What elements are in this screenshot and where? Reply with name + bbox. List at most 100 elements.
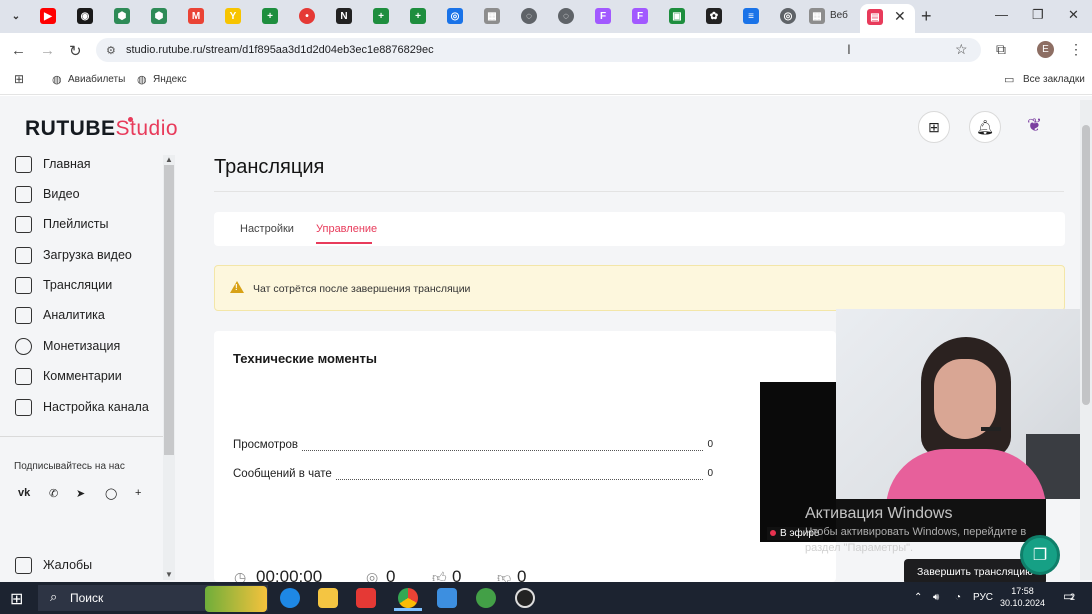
sidebar-item-video[interactable]: Видео (15, 184, 80, 204)
close-window-icon[interactable]: ✕ (1068, 7, 1079, 23)
chrome-icon[interactable] (398, 588, 418, 608)
apps-grid-icon[interactable]: ⊞ (14, 72, 24, 86)
page-scrollbar[interactable] (1080, 100, 1092, 580)
obs-icon[interactable] (515, 588, 535, 608)
tab-favicon-icon[interactable]: Y (225, 8, 241, 24)
extensions-icon[interactable]: ⧉ (996, 41, 1006, 58)
tab-favicon-icon[interactable]: ⬢ (114, 8, 130, 24)
forward-icon[interactable]: → (40, 42, 55, 59)
sidebar-item-comments[interactable]: Комментарии (15, 366, 122, 386)
sidebar-item-home[interactable]: Главная (15, 154, 91, 174)
stat-row-chat-messages: Сообщений в чате 0 (233, 468, 713, 482)
tab-favicon-icon[interactable]: ◉ (77, 8, 93, 24)
rutube-studio-logo[interactable]: RUTUBEStudio (25, 117, 178, 141)
sidebar-item-monetization[interactable]: Монетизация (15, 336, 120, 356)
more-social-icon[interactable]: + (135, 487, 141, 499)
back-icon[interactable]: ← (11, 42, 26, 59)
tech-card-title: Технические моменты (233, 351, 377, 366)
sidebar-item-label: Комментарии (43, 369, 122, 383)
youtube-tab-icon[interactable]: ▶ (40, 8, 56, 24)
image-tab-icon[interactable]: ▣ (669, 8, 685, 24)
tab-management[interactable]: Управление (316, 223, 377, 235)
tab-search-chevron-icon[interactable]: ⌄ (8, 8, 24, 24)
vk-icon[interactable]: vk (18, 487, 30, 499)
tech-card (214, 331, 836, 582)
yandex-icon[interactable] (356, 588, 376, 608)
sheets-tab-icon[interactable]: + (262, 8, 278, 24)
support-chat-button[interactable]: ❐ (1020, 535, 1060, 575)
warning-text: Чат сотрётся после завершения трансляции (253, 283, 471, 295)
tab-title[interactable]: Веб (830, 10, 848, 21)
logo-main: RUTUBE (25, 117, 116, 140)
add-content-button[interactable]: ⊞ (918, 111, 950, 143)
docs-tab-icon[interactable]: ≡ (743, 8, 759, 24)
windows-watermark-line: раздел "Параметры". (805, 542, 914, 554)
sidebar-item-label: Аналитика (43, 308, 105, 322)
bookmark-aviabilety[interactable]: Авиабилеты (68, 74, 125, 85)
tab-favicon-icon[interactable]: ◎ (780, 8, 796, 24)
tab-favicon-icon[interactable]: ✿ (706, 8, 722, 24)
video-icon (15, 185, 32, 203)
figma-tab-icon[interactable]: F (595, 8, 611, 24)
notion-tab-icon[interactable]: N (336, 8, 352, 24)
tab-favicon-icon[interactable]: ◎ (447, 8, 463, 24)
sidebar-divider (0, 436, 163, 437)
profile-avatar[interactable]: E (1037, 41, 1054, 58)
globe-tab-icon[interactable]: ◌ (521, 8, 537, 24)
taskbar-clock[interactable]: 17:58 30.10.2024 (1000, 585, 1045, 609)
stat-label: Просмотров (233, 439, 302, 451)
page-scroll-thumb[interactable] (1082, 125, 1090, 405)
file-explorer-icon[interactable] (318, 588, 338, 608)
restore-icon[interactable]: ❐ (1032, 7, 1044, 23)
globe-tab-icon[interactable]: ◌ (558, 8, 574, 24)
volume-icon[interactable]: 🔊︎ (933, 592, 939, 603)
close-tab-icon[interactable]: ✕ (894, 8, 906, 25)
site-info-icon[interactable]: ⚙ (106, 44, 116, 57)
odnoklassniki-icon[interactable]: ✆ (49, 487, 58, 500)
warning-icon (230, 281, 244, 293)
taskbar-search-label: Поиск (70, 591, 104, 605)
tab-favicon-icon[interactable]: ⬢ (151, 8, 167, 24)
notifications-button[interactable]: 🔔︎ (969, 111, 1001, 143)
bookmark-yandex[interactable]: Яндекс (153, 74, 187, 85)
chat-icon: ❐ (1032, 547, 1048, 564)
bookmark-star-icon[interactable]: ☆ (955, 41, 968, 58)
sidebar-item-playlists[interactable]: Плейлисты (15, 214, 108, 234)
wz-app-icon[interactable] (476, 588, 496, 608)
page-title: Трансляция (214, 156, 325, 178)
browser-menu-icon[interactable]: ⋮ (1069, 41, 1083, 58)
network-icon[interactable]: ◔ (955, 592, 961, 603)
active-app-indicator (394, 608, 422, 611)
reload-icon[interactable]: ↻ (69, 42, 82, 60)
flag-icon (15, 556, 32, 574)
new-tab-icon[interactable]: + (921, 6, 932, 27)
tray-chevron-icon[interactable]: ⌃ (914, 592, 922, 603)
minimize-icon[interactable]: — (995, 7, 1008, 22)
maps-tab-icon[interactable]: • (299, 8, 315, 24)
sheets-tab-icon[interactable]: + (410, 8, 426, 24)
tab-favicon-icon[interactable]: ▦ (484, 8, 500, 24)
channel-avatar[interactable]: ❦ (1027, 115, 1042, 136)
sheets-tab-icon[interactable]: + (373, 8, 389, 24)
tab-favicon-icon[interactable]: ▦ (809, 8, 825, 24)
telegram-icon[interactable]: ➤ (76, 487, 85, 500)
windows-start-icon[interactable]: ⊞ (10, 589, 23, 609)
language-indicator[interactable]: РУС (973, 592, 993, 603)
viber-icon[interactable]: ◯ (105, 487, 117, 500)
scroll-down-icon[interactable]: ▼ (165, 570, 173, 579)
sidebar-item-analytics[interactable]: Аналитика (15, 305, 105, 325)
figma-tab-icon[interactable]: F (632, 8, 648, 24)
gmail-tab-icon[interactable]: M (188, 8, 204, 24)
sidebar-item-complaints[interactable]: Жалобы (15, 555, 92, 575)
tab-settings[interactable]: Настройки (240, 223, 294, 235)
scroll-up-icon[interactable]: ▲ (165, 155, 173, 164)
url-text[interactable]: studio.rutube.ru/stream/d1f895aa3d1d2d04… (126, 44, 434, 56)
sidebar-item-broadcasts[interactable]: Трансляции (15, 275, 112, 295)
sidebar-item-channel-settings[interactable]: Настройка канала (15, 397, 149, 417)
pen-app-icon[interactable] (437, 588, 457, 608)
all-bookmarks[interactable]: Все закладки (1023, 74, 1085, 85)
sidebar-item-upload[interactable]: Загрузка видео (15, 245, 132, 265)
sidebar-scrollbar[interactable] (164, 165, 174, 455)
edge-icon[interactable] (280, 588, 300, 608)
windows-watermark-line: Чтобы активировать Windows, перейдите в (805, 526, 1027, 538)
